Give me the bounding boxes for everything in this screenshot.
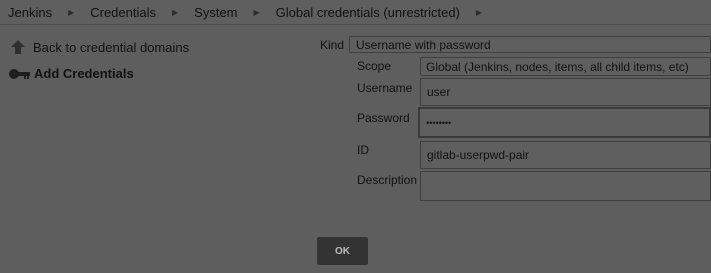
add-credentials-label[interactable]: Add Credentials xyxy=(34,66,134,81)
breadcrumb-label[interactable]: System xyxy=(194,5,237,20)
back-to-credential-domains-link[interactable]: Back to credential domains xyxy=(10,39,189,55)
ok-button-label[interactable]: OK xyxy=(335,246,350,257)
chevron-right-icon[interactable]: ▶ xyxy=(68,8,74,17)
id-label: ID xyxy=(357,143,369,157)
kind-value: Username with password xyxy=(356,37,491,52)
description-label: Description xyxy=(357,173,418,187)
scope-select[interactable]: Global (Jenkins, nodes, items, all child… xyxy=(420,57,711,76)
add-credentials-link[interactable]: Add Credentials xyxy=(9,66,134,81)
kind-select[interactable]: Username with password xyxy=(349,36,711,53)
breadcrumb-label[interactable]: Jenkins xyxy=(8,5,52,20)
breadcrumb-item-credentials[interactable]: Credentials ▶ xyxy=(90,5,194,20)
scope-value: Global (Jenkins, nodes, items, all child… xyxy=(426,59,689,74)
description-textarea[interactable] xyxy=(420,171,711,201)
kind-label: Kind xyxy=(320,38,345,52)
breadcrumb-item-global-credentials[interactable]: Global credentials (unrestricted) ▶ xyxy=(276,5,498,20)
id-value: gitlab-userpwd-pair xyxy=(427,148,530,162)
breadcrumb-item-jenkins[interactable]: Jenkins ▶ xyxy=(8,5,90,20)
password-value: •••••••• xyxy=(426,117,452,128)
chevron-right-icon[interactable]: ▶ xyxy=(254,8,260,17)
key-icon xyxy=(9,68,30,79)
arrow-up-icon xyxy=(11,40,25,54)
chevron-right-icon[interactable]: ▶ xyxy=(172,8,178,17)
username-label: Username xyxy=(357,81,413,95)
username-value: user xyxy=(427,85,451,99)
scope-label: Scope xyxy=(357,59,392,73)
password-input[interactable]: •••••••• xyxy=(418,107,711,138)
breadcrumb-item-system[interactable]: System ▶ xyxy=(194,5,276,20)
breadcrumb-label[interactable]: Credentials xyxy=(90,5,156,20)
username-input[interactable]: user xyxy=(420,78,711,106)
chevron-right-icon[interactable]: ▶ xyxy=(476,8,482,17)
ok-button[interactable]: OK xyxy=(317,237,368,265)
id-input[interactable]: gitlab-userpwd-pair xyxy=(420,141,711,169)
back-link-label[interactable]: Back to credential domains xyxy=(33,40,189,55)
password-label: Password xyxy=(357,111,410,125)
breadcrumb-label[interactable]: Global credentials (unrestricted) xyxy=(276,5,460,20)
breadcrumb: Jenkins ▶ Credentials ▶ System ▶ Global … xyxy=(0,0,711,25)
